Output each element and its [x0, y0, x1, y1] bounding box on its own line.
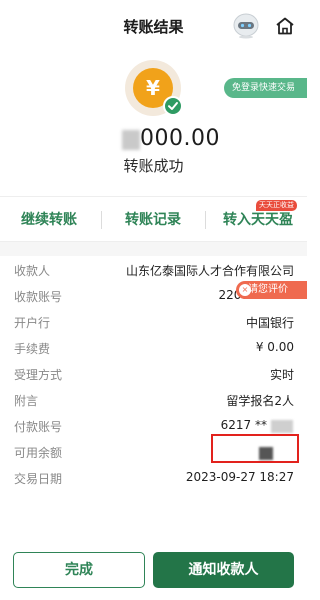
redacted-value: [271, 419, 293, 433]
detail-value: 中国银行: [245, 316, 294, 330]
top-nav-bar: 转账结果: [0, 0, 307, 52]
divider: [205, 211, 206, 229]
detail-label: 收款人: [14, 264, 51, 278]
transfer-status: 转账成功: [123, 157, 184, 175]
detail-value: 实时: [269, 368, 294, 382]
rate-us-label[interactable]: 请您评价: [248, 284, 288, 295]
transfer-amount: 000.00: [140, 126, 220, 151]
detail-label: 开户行: [14, 316, 51, 330]
detail-label: 收款账号: [14, 290, 63, 304]
detail-label: 手续费: [14, 342, 51, 356]
detail-value: 山东亿泰国际人才合作有限公司: [125, 264, 294, 278]
detail-label: 交易日期: [14, 472, 63, 486]
bottom-action-bar: 完成 通知收款人: [0, 540, 307, 600]
rate-us-popup[interactable]: × 请您评价: [236, 281, 307, 299]
done-button[interactable]: 完成: [13, 552, 145, 588]
continue-transfer-link[interactable]: 继续转账: [0, 197, 98, 243]
page-title: 转账结果: [123, 18, 184, 36]
detail-row-bank: 开户行 中国银行: [0, 309, 307, 335]
detail-row-method: 受理方式 实时: [0, 361, 307, 387]
transfer-records-link[interactable]: 转账记录: [104, 197, 202, 243]
promo-badge: 天天正收益: [256, 200, 297, 211]
detail-value: 6217 **: [220, 418, 267, 432]
memo-highlight-box: [211, 434, 299, 463]
home-icon[interactable]: [275, 17, 295, 35]
detail-row-memo: 附言 留学报名2人: [0, 387, 307, 413]
close-icon[interactable]: ×: [239, 284, 251, 296]
robot-assistant-icon[interactable]: [232, 13, 260, 39]
check-icon: [163, 96, 183, 116]
detail-row-fee: 手续费 ¥ 0.00: [0, 335, 307, 361]
transfer-result-summary: ¥ 免登录快速交易 000.00 转账成功: [0, 52, 307, 192]
detail-label: 可用余额: [14, 446, 63, 460]
notify-payee-button[interactable]: 通知收款人: [153, 552, 294, 588]
success-coin-icon: ¥: [125, 60, 183, 116]
detail-label: 受理方式: [14, 368, 63, 382]
detail-row-payee: 收款人 山东亿泰国际人才合作有限公司: [0, 257, 307, 283]
divider: [101, 211, 102, 229]
detail-value: 留学报名2人: [226, 394, 294, 408]
section-divider: [0, 242, 307, 256]
quick-login-button[interactable]: 免登录快速交易: [224, 78, 307, 98]
amount-redaction: [122, 130, 140, 150]
detail-value: ¥ 0.00: [255, 340, 294, 354]
detail-label: 附言: [14, 394, 39, 408]
detail-value: 2023-09-27 18:27: [185, 470, 294, 484]
detail-label: 付款账号: [14, 420, 63, 434]
action-bar: 继续转账 转账记录 转入天天盈 天天正收益: [0, 196, 307, 242]
detail-row-date: 交易日期 2023-09-27 18:27: [0, 465, 307, 491]
